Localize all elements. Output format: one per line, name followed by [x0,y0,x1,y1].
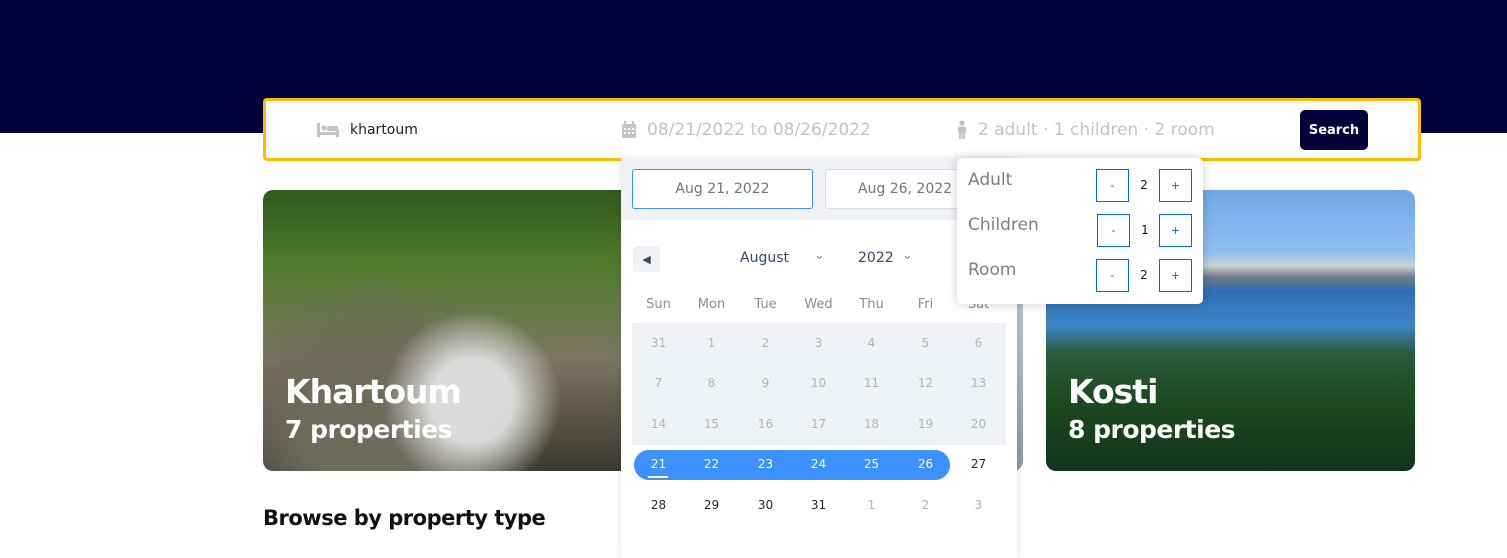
options-summary-text[interactable]: 2 adult · 1 children · 2 room [978,120,1215,140]
calendar-day: 9 [761,376,770,390]
calendar-day: 15 [703,417,720,431]
calendar-day[interactable]: 28 [632,490,685,520]
calendar-day[interactable]: 29 [685,490,738,520]
calendar-day: 20 [970,417,987,431]
prev-month-button[interactable]: ◀ [633,246,660,272]
adult-decrement-button[interactable]: - [1096,169,1129,202]
calendar-day[interactable]: 21 [632,449,685,479]
calendar-day: 19 [917,417,934,431]
calendar-day: 1 [707,336,716,350]
room-increment-button[interactable]: + [1159,259,1192,292]
year-select[interactable]: 2022 [858,250,894,266]
calendar-day[interactable]: 31 [792,490,845,520]
children-decrement-button[interactable]: - [1097,214,1130,247]
children-increment-button[interactable]: + [1159,214,1192,247]
calendar-day: 18 [863,417,880,431]
calendar-day: 12 [917,376,934,390]
section-title: Browse by property type [263,506,546,530]
weekday-label: Tue [754,297,777,312]
start-date-input[interactable]: Aug 21, 2022 [632,169,813,209]
today-marker [648,476,668,478]
adult-count: 2 [1140,178,1148,192]
calendar-day: 5 [921,336,930,350]
weekday-label: Thu [859,297,884,312]
weekday-label: Wed [804,297,833,312]
calendar-day: 8 [707,376,716,390]
calendar-day: 11 [863,376,880,390]
room-decrement-button[interactable]: - [1096,259,1129,292]
calendar-icon [622,120,636,138]
calendar-day[interactable]: 25 [845,449,898,479]
date-field[interactable]: 08/21/2022 to 08/26/2022 [621,101,871,158]
calendar-day[interactable]: 23 [739,449,792,479]
calendar-day: 3 [974,498,983,512]
guest-options-popup: Adult - 2 + Children - 1 + Room - 2 + [957,158,1203,304]
date-range-text[interactable]: 08/21/2022 to 08/26/2022 [647,120,871,140]
adult-label: Adult [968,170,1013,190]
calendar-day: 4 [867,336,876,350]
weekday-label: Fri [917,297,934,312]
calendar-day: 1 [867,498,876,512]
city-card-title: Khartoum [285,372,462,411]
calendar-day[interactable]: 27 [952,449,1005,479]
city-card-properties: 8 properties [1068,415,1236,444]
options-field[interactable]: 2 adult · 1 children · 2 room [956,101,1215,158]
calendar-day: 31 [650,336,667,350]
room-label: Room [968,260,1017,280]
city-card-title: Kosti [1068,372,1158,411]
calendar-day: 6 [974,336,983,350]
calendar-day: 2 [761,336,770,350]
person-icon [958,119,966,139]
calendar-day: 10 [810,376,827,390]
adult-increment-button[interactable]: + [1159,169,1192,202]
destination-field[interactable] [316,101,530,158]
city-card-properties: 7 properties [285,415,453,444]
calendar-day[interactable]: 26 [899,449,952,479]
chevron-down-icon[interactable]: ⌄ [902,248,913,263]
weekday-label: Sun [646,297,671,312]
calendar-day[interactable]: 30 [739,490,792,520]
weekday-label: Mon [697,297,726,312]
calendar-day: 7 [654,376,663,390]
calendar-day: 3 [814,336,823,350]
month-select[interactable]: August [740,250,789,266]
calendar-day[interactable]: 22 [685,449,738,479]
chevron-down-icon[interactable]: ⌄ [814,248,825,263]
calendar-day: 17 [810,417,827,431]
calendar-day: 13 [970,376,987,390]
bed-icon [317,122,339,137]
children-count: 1 [1141,223,1149,237]
room-count: 2 [1140,268,1148,282]
search-bar: 08/21/2022 to 08/26/2022 2 adult · 1 chi… [263,98,1421,161]
calendar-day: 16 [757,417,774,431]
calendar-day[interactable]: 24 [792,449,845,479]
destination-input[interactable] [350,121,530,138]
caret-left-icon: ◀ [642,252,651,266]
search-button[interactable]: Search [1300,110,1368,150]
city-card-khartoum[interactable]: Khartoum 7 properties [263,190,643,471]
calendar-day: 14 [650,417,667,431]
calendar-day: 2 [921,498,930,512]
children-label: Children [968,215,1039,235]
